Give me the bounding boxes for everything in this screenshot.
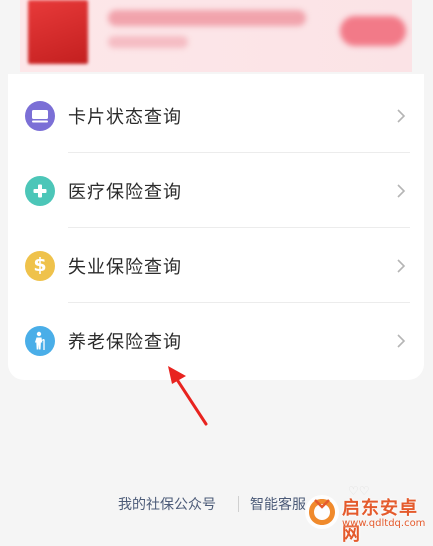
watermark-logo-icon bbox=[305, 495, 339, 529]
menu-item-medical-insurance[interactable]: 医疗保险查询 bbox=[8, 153, 424, 228]
watermark-url: www.qdltdq.com bbox=[342, 518, 426, 529]
card-icon bbox=[25, 100, 55, 131]
menu-item-label: 失业保险查询 bbox=[68, 256, 182, 278]
footer-separator bbox=[238, 496, 239, 512]
medical-cross-icon bbox=[25, 175, 55, 206]
elderly-person-icon bbox=[25, 325, 55, 356]
chevron-right-icon bbox=[397, 183, 406, 198]
chevron-right-icon bbox=[397, 108, 406, 123]
footer-link-official-account[interactable]: 我的社保公众号 bbox=[118, 494, 216, 514]
banner-image bbox=[28, 0, 88, 64]
promo-banner[interactable] bbox=[20, 0, 412, 72]
annotation-arrow-icon bbox=[168, 366, 208, 426]
banner-button-blurred[interactable] bbox=[340, 16, 406, 46]
site-watermark: ♡♡ 启东安卓网 www.qdltdq.com bbox=[298, 484, 433, 545]
menu-item-label: 卡片状态查询 bbox=[68, 106, 182, 128]
chevron-right-icon bbox=[397, 258, 406, 273]
dollar-icon: $ bbox=[25, 250, 55, 281]
query-menu-card: 卡片状态查询 医疗保险查询 $ 失业保险查询 养老保险查询 bbox=[8, 74, 424, 380]
menu-item-label: 养老保险查询 bbox=[68, 331, 182, 353]
menu-item-card-status[interactable]: 卡片状态查询 bbox=[8, 78, 424, 153]
menu-item-unemployment-insurance[interactable]: $ 失业保险查询 bbox=[8, 228, 424, 303]
banner-subtitle-blurred bbox=[108, 36, 188, 48]
chevron-right-icon bbox=[397, 333, 406, 348]
banner-title-blurred bbox=[108, 10, 306, 26]
menu-item-label: 医疗保险查询 bbox=[68, 181, 182, 203]
